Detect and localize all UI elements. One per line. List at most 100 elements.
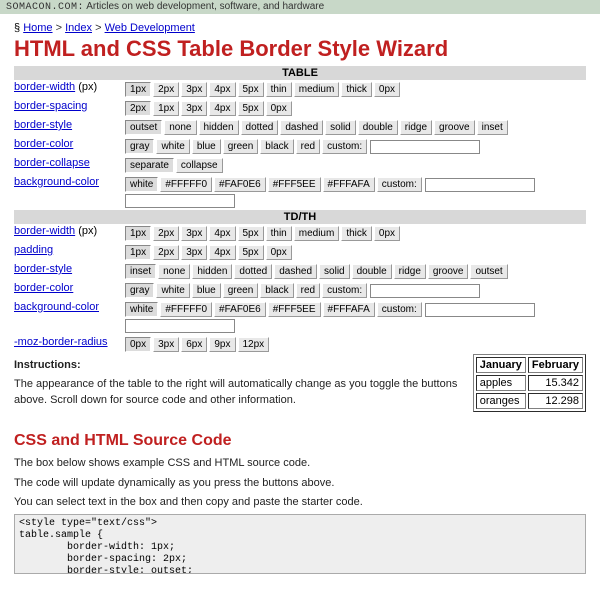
property-link-border-style[interactable]: border-style xyxy=(14,119,72,131)
option-button[interactable]: 3px xyxy=(181,82,207,97)
custom-color-input[interactable] xyxy=(370,140,480,154)
option-button[interactable]: inset xyxy=(477,120,508,135)
option-button[interactable]: 3px xyxy=(181,101,207,116)
option-button[interactable]: 0px xyxy=(125,337,151,352)
option-button[interactable]: 1px xyxy=(153,101,179,116)
option-button[interactable]: 0px xyxy=(266,101,292,116)
property-link-moz-radius[interactable]: -moz-border-radius xyxy=(14,336,108,348)
option-button[interactable]: #FFFFF0 xyxy=(160,302,212,317)
option-button[interactable]: groove xyxy=(434,120,475,135)
option-button[interactable]: 2px xyxy=(153,82,179,97)
option-button[interactable]: #FAF0E6 xyxy=(214,302,266,317)
option-button[interactable]: dashed xyxy=(274,264,317,279)
option-button[interactable]: inset xyxy=(125,264,156,279)
option-button[interactable]: gray xyxy=(125,139,154,154)
option-button[interactable]: 5px xyxy=(238,101,264,116)
option-button[interactable]: #FAF0E6 xyxy=(214,177,266,192)
option-button[interactable]: black xyxy=(260,139,293,154)
option-button[interactable]: separate xyxy=(125,158,174,173)
option-button[interactable]: custom: xyxy=(377,302,422,317)
option-button[interactable]: white xyxy=(156,283,189,298)
option-button[interactable]: solid xyxy=(319,264,350,279)
property-link-border-color[interactable]: border-color xyxy=(14,138,73,150)
option-button[interactable]: 1px xyxy=(125,82,151,97)
option-button[interactable]: red xyxy=(296,139,320,154)
breadcrumb-index[interactable]: Index xyxy=(65,22,92,34)
breadcrumb-home[interactable]: Home xyxy=(23,22,52,34)
option-button[interactable]: 4px xyxy=(209,82,235,97)
option-button[interactable]: solid xyxy=(325,120,356,135)
option-button[interactable]: 1px xyxy=(125,226,151,241)
property-link-border-width[interactable]: border-width xyxy=(14,225,75,237)
option-button[interactable]: thin xyxy=(266,82,292,97)
background-color-input[interactable] xyxy=(125,319,235,333)
background-color-input[interactable] xyxy=(125,194,235,208)
option-button[interactable]: 5px xyxy=(238,226,264,241)
option-button[interactable]: 0px xyxy=(374,226,400,241)
option-button[interactable]: 3px xyxy=(181,245,207,260)
option-button[interactable]: dashed xyxy=(280,120,323,135)
option-button[interactable]: 4px xyxy=(209,226,235,241)
option-button[interactable]: collapse xyxy=(176,158,223,173)
option-button[interactable]: #FFF5EE xyxy=(268,177,321,192)
option-button[interactable]: white xyxy=(125,177,158,192)
option-button[interactable]: 0px xyxy=(266,245,292,260)
option-button[interactable]: black xyxy=(260,283,293,298)
option-button[interactable]: groove xyxy=(428,264,469,279)
option-button[interactable]: 12px xyxy=(238,337,270,352)
option-button[interactable]: none xyxy=(164,120,196,135)
option-button[interactable]: #FFFAFA xyxy=(323,177,375,192)
option-button[interactable]: 3px xyxy=(153,337,179,352)
option-button[interactable]: medium xyxy=(294,82,340,97)
property-link-padding[interactable]: padding xyxy=(14,244,53,256)
option-button[interactable]: 6px xyxy=(181,337,207,352)
option-button[interactable]: blue xyxy=(192,283,221,298)
option-button[interactable]: dotted xyxy=(241,120,279,135)
breadcrumb-webdev[interactable]: Web Development xyxy=(105,22,195,34)
option-button[interactable]: 2px xyxy=(153,245,179,260)
option-button[interactable]: red xyxy=(296,283,320,298)
option-button[interactable]: custom: xyxy=(377,177,422,192)
option-button[interactable]: 3px xyxy=(181,226,207,241)
option-button[interactable]: double xyxy=(352,264,392,279)
option-button[interactable]: none xyxy=(158,264,190,279)
option-button[interactable]: outset xyxy=(125,120,162,135)
option-button[interactable]: white xyxy=(125,302,158,317)
custom-color-input[interactable] xyxy=(425,178,535,192)
option-button[interactable]: custom: xyxy=(322,139,367,154)
property-link-border-spacing[interactable]: border-spacing xyxy=(14,100,87,112)
property-link-background-color[interactable]: background-color xyxy=(14,301,99,313)
option-button[interactable]: 5px xyxy=(238,82,264,97)
property-link-border-color[interactable]: border-color xyxy=(14,282,73,294)
option-button[interactable]: 1px xyxy=(125,245,151,260)
option-button[interactable]: ridge xyxy=(400,120,432,135)
option-button[interactable]: 4px xyxy=(209,101,235,116)
option-button[interactable]: thick xyxy=(341,82,372,97)
property-link-background-color[interactable]: background-color xyxy=(14,176,99,188)
option-button[interactable]: 4px xyxy=(209,245,235,260)
option-button[interactable]: ridge xyxy=(394,264,426,279)
source-code-box[interactable] xyxy=(14,514,586,574)
option-button[interactable]: 5px xyxy=(238,245,264,260)
option-button[interactable]: medium xyxy=(294,226,340,241)
option-button[interactable]: hidden xyxy=(199,120,239,135)
option-button[interactable]: dotted xyxy=(234,264,272,279)
property-link-border-style[interactable]: border-style xyxy=(14,263,72,275)
option-button[interactable]: hidden xyxy=(192,264,232,279)
option-button[interactable]: thick xyxy=(341,226,372,241)
option-button[interactable]: green xyxy=(223,283,259,298)
option-button[interactable]: double xyxy=(358,120,398,135)
option-button[interactable]: #FFFFF0 xyxy=(160,177,212,192)
option-button[interactable]: custom: xyxy=(322,283,367,298)
custom-color-input[interactable] xyxy=(425,303,535,317)
option-button[interactable]: #FFFAFA xyxy=(323,302,375,317)
option-button[interactable]: blue xyxy=(192,139,221,154)
option-button[interactable]: white xyxy=(156,139,189,154)
option-button[interactable]: 9px xyxy=(209,337,235,352)
option-button[interactable]: green xyxy=(223,139,259,154)
option-button[interactable]: 0px xyxy=(374,82,400,97)
option-button[interactable]: gray xyxy=(125,283,154,298)
option-button[interactable]: #FFF5EE xyxy=(268,302,321,317)
custom-color-input[interactable] xyxy=(370,284,480,298)
property-link-border-collapse[interactable]: border-collapse xyxy=(14,157,90,169)
